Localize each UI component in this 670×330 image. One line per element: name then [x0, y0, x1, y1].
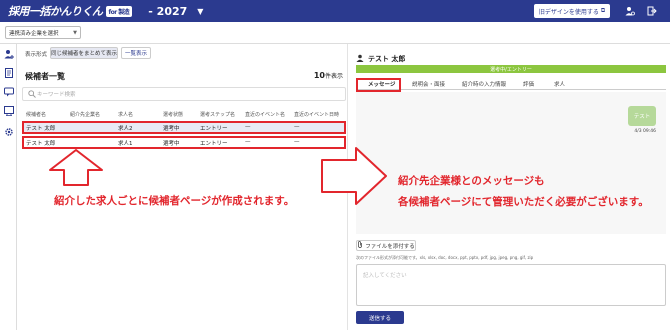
- right-arrow: [321, 147, 387, 205]
- annotation-right-text-1: 紹介先企業様とのメッセージも: [398, 175, 545, 187]
- up-arrow: [49, 149, 103, 186]
- annotation-arrows: [49, 147, 387, 205]
- annotation-right-text-2: 各候補者ページにて管理いただく必要がございます。: [398, 196, 649, 208]
- annotation-left-text: 紹介した求人ごとに候補者ページが作成されます。: [54, 195, 295, 207]
